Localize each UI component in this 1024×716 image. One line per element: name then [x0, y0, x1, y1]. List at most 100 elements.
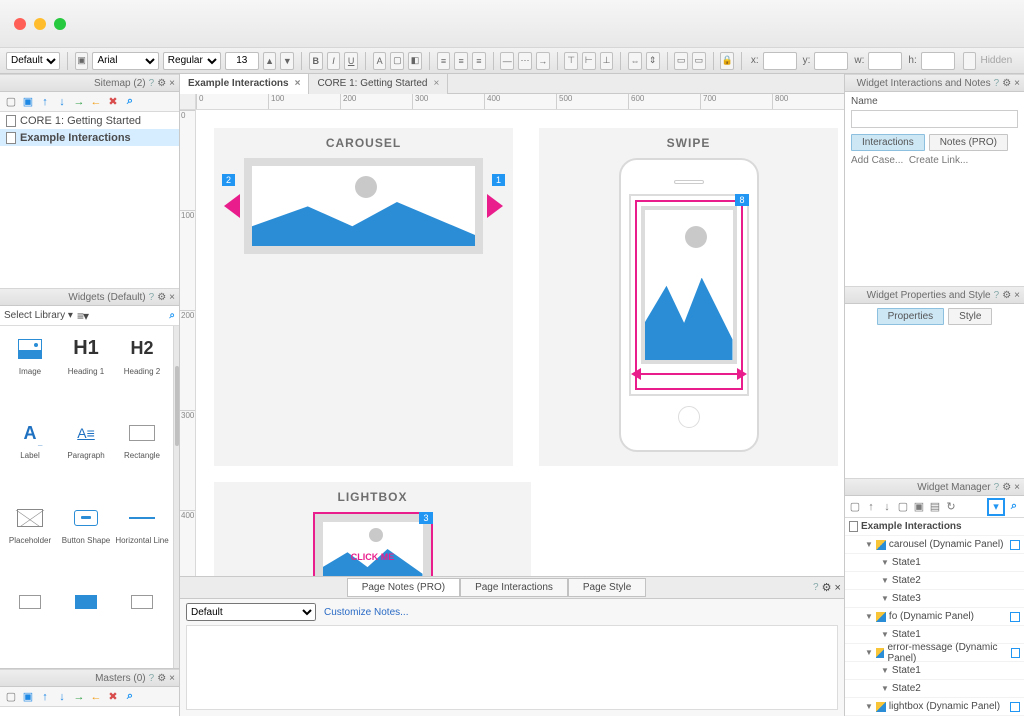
wm-icon2[interactable]: ↑: [865, 501, 877, 513]
italic-button[interactable]: I: [327, 52, 341, 70]
panel-help-icon[interactable]: ?: [813, 582, 819, 593]
align-right-button[interactable]: ≡: [472, 52, 486, 70]
h-input[interactable]: [921, 52, 955, 70]
move-up-icon[interactable]: ↑: [39, 96, 51, 108]
distribute-h-button[interactable]: ⇔: [628, 52, 642, 70]
design-canvas[interactable]: CAROUSEL 2 1 SWIPE: [196, 110, 844, 576]
add-case-link[interactable]: Add Case...: [851, 155, 903, 166]
create-link-link[interactable]: Create Link...: [909, 155, 968, 166]
font-family-select[interactable]: Arial: [92, 52, 158, 70]
minimize-window-icon[interactable]: [34, 18, 46, 30]
add-master-icon[interactable]: ▢: [5, 691, 17, 703]
align-center-button[interactable]: ≡: [454, 52, 468, 70]
wm-root[interactable]: Example Interactions: [845, 518, 1024, 536]
widgets-search-icon[interactable]: ⌕: [169, 310, 175, 321]
widget-paragraph[interactable]: A≡Paragraph: [58, 413, 114, 467]
widget-more2[interactable]: [58, 582, 114, 636]
tab-example-interactions[interactable]: Example Interactions×: [180, 74, 309, 94]
x-input[interactable]: [763, 52, 797, 70]
tab-page-style[interactable]: Page Style: [568, 578, 646, 597]
widget-horizontal-line[interactable]: Horizontal Line: [114, 497, 170, 551]
master-search-icon[interactable]: ⌕: [124, 691, 136, 703]
y-input[interactable]: [814, 52, 848, 70]
wm-state[interactable]: ▼State2: [845, 572, 1024, 590]
font-size-input[interactable]: [225, 52, 259, 70]
lock-button[interactable]: 🔒: [720, 52, 734, 70]
interactions-tab[interactable]: Interactions: [851, 134, 925, 151]
text-color-button[interactable]: A: [373, 52, 387, 70]
wm-lightbox[interactable]: ▼lightbox (Dynamic Panel): [845, 698, 1024, 716]
border-color-button[interactable]: ◧: [408, 52, 422, 70]
wm-fo[interactable]: ▼fo (Dynamic Panel): [845, 608, 1024, 626]
distribute-v-button[interactable]: ⇕: [646, 52, 660, 70]
tab-page-interactions[interactable]: Page Interactions: [460, 578, 568, 597]
wm-icon5[interactable]: ▣: [913, 501, 925, 513]
decrease-font-button[interactable]: ▼: [280, 52, 294, 70]
library-menu-icon[interactable]: ≡▾: [77, 309, 88, 323]
widget-name-input[interactable]: [851, 110, 1018, 128]
front-button[interactable]: ▭: [674, 52, 688, 70]
sitemap-item-core1[interactable]: CORE 1: Getting Started: [0, 112, 179, 129]
move-down-icon[interactable]: ↓: [56, 96, 68, 108]
wm-state[interactable]: ▼State2: [845, 680, 1024, 698]
carousel-prev-arrow-icon[interactable]: [224, 194, 240, 218]
wm-icon6[interactable]: ▤: [929, 501, 941, 513]
filter-icon[interactable]: ▾: [988, 499, 1004, 515]
widget-button-shape[interactable]: Button Shape: [58, 497, 114, 551]
wm-icon1[interactable]: ▢: [849, 501, 861, 513]
master-folder-icon[interactable]: ▣: [22, 691, 34, 703]
panel-close-icon[interactable]: ×: [835, 582, 841, 594]
wm-error[interactable]: ▼error-message (Dynamic Panel): [845, 644, 1024, 662]
hidden-checkbox[interactable]: [963, 52, 977, 70]
align-bottom-button[interactable]: ⊥: [600, 52, 614, 70]
wm-icon4[interactable]: ▢: [897, 501, 909, 513]
widget-label[interactable]: A_Label: [2, 413, 58, 467]
widget-heading1[interactable]: H1Heading 1: [58, 328, 114, 382]
master-right-icon[interactable]: →: [73, 691, 85, 703]
lightbox-click-label[interactable]: CLICK ME: [315, 552, 431, 562]
delete-icon[interactable]: ✖: [107, 96, 119, 108]
carousel-next-arrow-icon[interactable]: [487, 194, 503, 218]
wm-state[interactable]: ▼State1: [845, 554, 1024, 572]
close-window-icon[interactable]: [14, 18, 26, 30]
widget-more1[interactable]: [2, 582, 58, 636]
notes-select[interactable]: Default: [186, 603, 316, 621]
move-left-icon[interactable]: ←: [90, 96, 102, 108]
tab-core1[interactable]: CORE 1: Getting Started×: [309, 74, 448, 94]
border-width-button[interactable]: —: [500, 52, 514, 70]
align-left-button[interactable]: ≡: [437, 52, 451, 70]
zoom-window-icon[interactable]: [54, 18, 66, 30]
notes-tab[interactable]: Notes (PRO): [929, 134, 1008, 151]
underline-button[interactable]: U: [344, 52, 358, 70]
w-input[interactable]: [868, 52, 902, 70]
select-library-dropdown[interactable]: Select Library ▾: [4, 310, 73, 321]
widget-more3[interactable]: [114, 582, 170, 636]
master-down-icon[interactable]: ↓: [56, 691, 68, 703]
close-tab-icon[interactable]: ×: [295, 78, 301, 89]
fill-color-button[interactable]: ▢: [390, 52, 404, 70]
customize-notes-link[interactable]: Customize Notes...: [324, 607, 408, 618]
style-tab[interactable]: Style: [948, 308, 992, 325]
move-right-icon[interactable]: →: [73, 96, 85, 108]
notes-textarea[interactable]: [186, 625, 838, 710]
widget-heading2[interactable]: H2Heading 2: [114, 328, 170, 382]
wm-state[interactable]: ▼State3: [845, 590, 1024, 608]
line-style-button[interactable]: ⋯: [518, 52, 532, 70]
increase-font-button[interactable]: ▲: [263, 52, 277, 70]
close-tab-icon[interactable]: ×: [434, 78, 440, 89]
text-style-select[interactable]: Default: [6, 52, 60, 70]
align-top-button[interactable]: ⊤: [564, 52, 578, 70]
search-icon[interactable]: ⌕: [124, 96, 136, 108]
bold-button[interactable]: B: [309, 52, 323, 70]
add-page-icon[interactable]: ▢: [5, 96, 17, 108]
widget-rectangle[interactable]: Rectangle: [114, 413, 170, 467]
wm-search-icon[interactable]: ⌕: [1008, 501, 1020, 513]
wm-icon7[interactable]: ↻: [945, 501, 957, 513]
sitemap-item-example-interactions[interactable]: Example Interactions: [0, 129, 179, 146]
master-up-icon[interactable]: ↑: [39, 691, 51, 703]
add-folder-icon[interactable]: ▣: [22, 96, 34, 108]
wm-carousel[interactable]: ▼carousel (Dynamic Panel): [845, 536, 1024, 554]
properties-tab[interactable]: Properties: [877, 308, 945, 325]
tab-page-notes[interactable]: Page Notes (PRO): [347, 578, 460, 597]
widgets-scrollbar[interactable]: [173, 326, 179, 668]
